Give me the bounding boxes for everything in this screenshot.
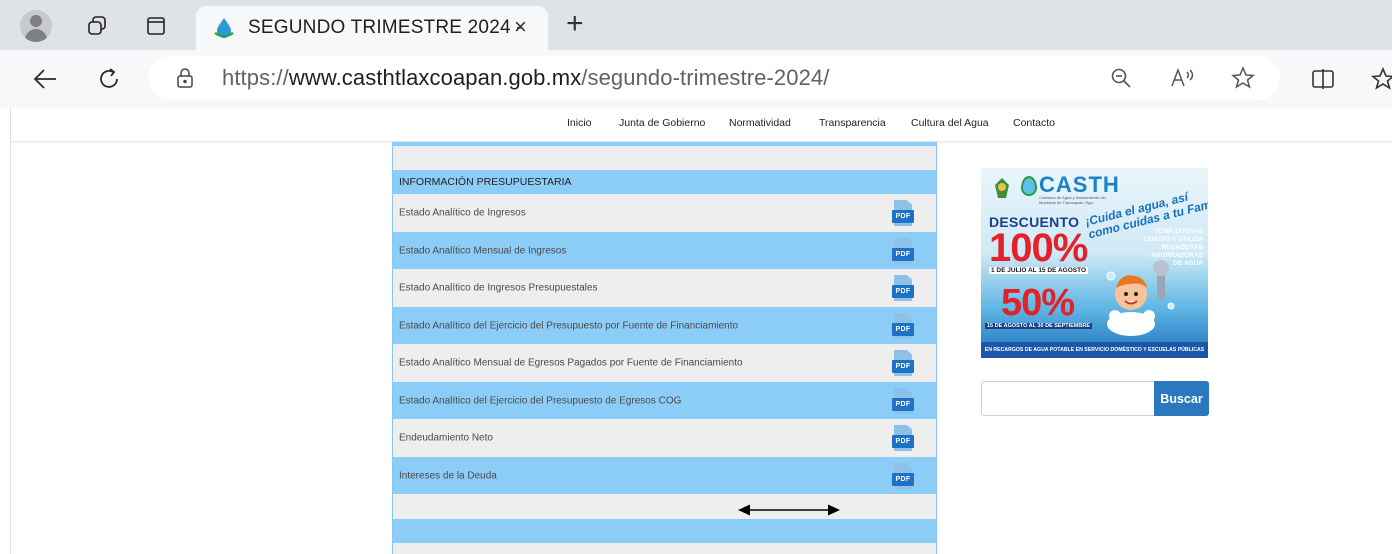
table-spacer-row (393, 494, 936, 519)
site-search: Buscar (981, 381, 1209, 416)
nav-item-contacto[interactable]: Contacto (1013, 117, 1055, 129)
site-favicon-icon (212, 16, 236, 40)
url-text: https://www.casthtlaxcoapan.gob.mx/segun… (222, 65, 829, 91)
new-tab-icon[interactable]: + (566, 9, 584, 39)
table-spacer-row (393, 543, 936, 554)
banner-brand-subtitle: Comisión de Agua y Saneamiento del Munic… (1039, 195, 1106, 205)
nav-item-inicio[interactable]: Inicio (567, 117, 592, 129)
table-row: Estado Analítico Mensual de Ingresos PDF (393, 232, 936, 269)
row-label: Estado Analítico Mensual de Egresos Paga… (399, 357, 743, 369)
zoom-out-icon[interactable] (1106, 63, 1136, 93)
pdf-icon[interactable]: PDF (892, 388, 914, 414)
search-button[interactable]: Buscar (1154, 381, 1209, 416)
url-domain: www.casthtlaxcoapan.gob.mx (288, 65, 582, 90)
table-row: Intereses de la Deuda PDF (393, 457, 936, 494)
banner-date-range-2: 15 DE AGOSTO AL 30 DE SEPTIEMBRE (985, 323, 1092, 329)
back-icon[interactable] (28, 62, 62, 96)
workspaces-icon[interactable] (82, 11, 112, 41)
nav-item-cultura-del-agua[interactable]: Cultura del Agua (911, 117, 989, 129)
tab-actions-icon[interactable] (141, 11, 171, 41)
site-top-nav: Inicio Junta de Gobierno Normatividad Tr… (11, 108, 1392, 142)
table-spacer-row (393, 519, 936, 543)
banner-date-range-1: 1 DE JULIO AL 15 DE AGOSTO (989, 267, 1088, 274)
pdf-icon[interactable]: PDF (892, 238, 914, 264)
tab-title: SEGUNDO TRIMESTRE 2024 - (248, 17, 523, 38)
table-row: Endeudamiento Neto PDF (393, 419, 936, 457)
row-label: Estado Analítico Mensual de Ingresos (399, 245, 567, 256)
table-header: INFORMACIÓN PRESUPUESTARIA (399, 176, 572, 188)
refresh-icon[interactable] (92, 62, 126, 96)
row-label: Intereses de la Deuda (399, 470, 497, 481)
browser-tab-bar: SEGUNDO TRIMESTRE 2024 - × + (0, 0, 1392, 50)
profile-avatar-icon[interactable] (20, 10, 52, 42)
municipal-seal-icon (989, 176, 1015, 202)
banner-discount-100: 100% (989, 226, 1088, 270)
table-header-row: INFORMACIÓN PRESUPUESTARIA (393, 170, 936, 194)
url-scheme: https:// (222, 65, 289, 90)
child-showering-illustration (1101, 256, 1181, 336)
table-spacer-row (393, 146, 936, 170)
banner-tip-line: CORTAS Y UTILIZA (1143, 236, 1203, 243)
budget-info-table: INFORMACIÓN PRESUPUESTARIA Estado Analít… (392, 142, 937, 554)
favorite-star-icon[interactable] (1228, 63, 1258, 93)
pdf-icon[interactable]: PDF (892, 200, 914, 226)
banner-footer: EN RECARGOS DE AGUA POTABLE EN SERVICIO … (981, 342, 1208, 358)
nav-item-normatividad[interactable]: Normatividad (729, 117, 791, 129)
row-label: Estado Analítico de Ingresos (399, 207, 526, 219)
tab-close-icon[interactable]: × (514, 14, 527, 40)
table-row: Estado Analítico Mensual de Egresos Paga… (393, 344, 936, 382)
pdf-icon[interactable]: PDF (892, 275, 914, 301)
pdf-icon[interactable]: PDF (892, 350, 914, 376)
pdf-icon[interactable]: PDF (892, 463, 914, 489)
banner-tip-line: REGADERAS (1161, 244, 1203, 251)
table-row: Estado Analítico de Ingresos PDF (393, 194, 936, 232)
address-toolbar: https://www.casthtlaxcoapan.gob.mx/segun… (0, 50, 1392, 108)
banner-discount-50: 50% (1001, 282, 1075, 324)
web-page: Inicio Junta de Gobierno Normatividad Tr… (10, 108, 1392, 554)
water-drop-logo-icon (1021, 176, 1037, 196)
split-screen-icon[interactable] (1308, 64, 1338, 94)
active-tab[interactable]: SEGUNDO TRIMESTRE 2024 - × (196, 6, 548, 50)
row-label: Estado Analítico del Ejercicio del Presu… (399, 320, 739, 331)
url-path: /segundo-trimestre-2024/ (581, 65, 830, 90)
table-row: Estado Analítico del Ejercicio del Presu… (393, 382, 936, 419)
table-row: Estado Analítico del Ejercicio del Presu… (393, 307, 936, 344)
double-arrow-annotation (738, 503, 840, 517)
site-info-icon[interactable] (174, 67, 196, 89)
row-label: Estado Analítico del Ejercicio del Presu… (399, 395, 682, 406)
table-row: Estado Analítico de Ingresos Presupuesta… (393, 269, 936, 307)
row-label: Estado Analítico de Ingresos Presupuesta… (399, 282, 598, 294)
pdf-icon[interactable]: PDF (892, 313, 914, 339)
nav-item-junta-de-gobierno[interactable]: Junta de Gobierno (619, 117, 705, 129)
url-bar[interactable]: https://www.casthtlaxcoapan.gob.mx/segun… (148, 56, 1280, 100)
banner-tip-line: TOMA DUCHAS (1154, 228, 1203, 235)
pdf-icon[interactable]: PDF (892, 425, 914, 451)
nav-item-transparencia[interactable]: Transparencia (819, 117, 886, 129)
search-input[interactable] (981, 381, 1154, 416)
read-aloud-icon[interactable] (1168, 63, 1198, 93)
row-label: Endeudamiento Neto (399, 432, 493, 444)
promo-banner[interactable]: CASTH Comisión de Agua y Saneamiento del… (981, 168, 1208, 358)
favorites-icon[interactable] (1368, 64, 1392, 94)
